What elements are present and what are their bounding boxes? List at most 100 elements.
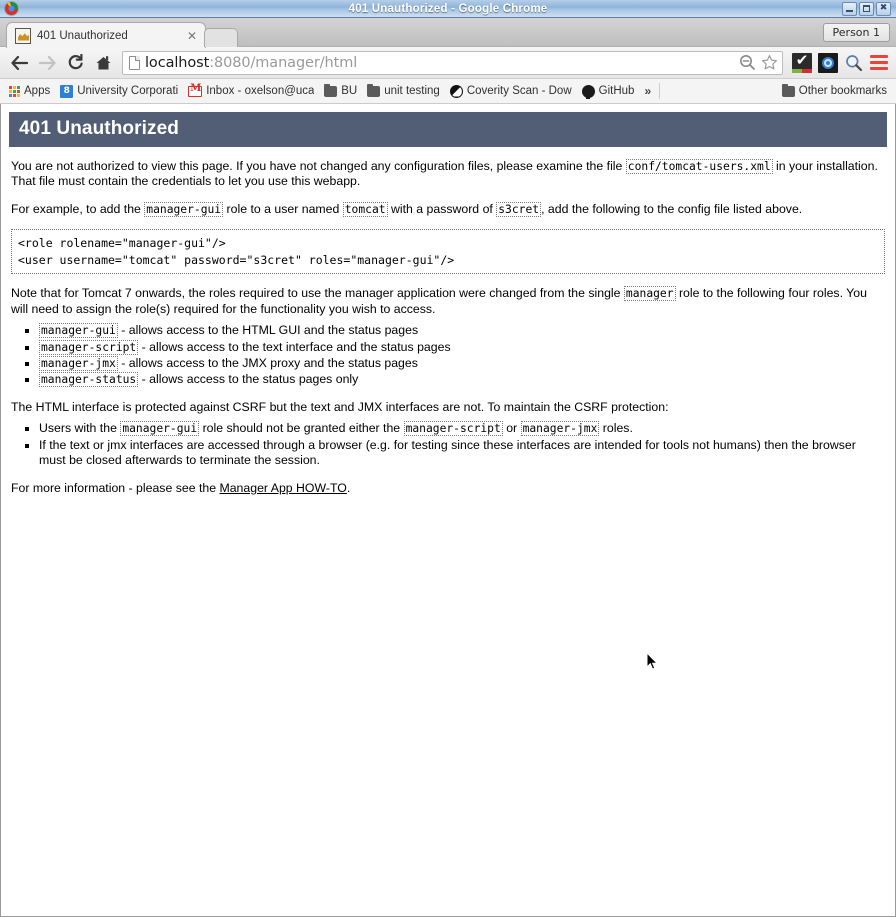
tab-title: 401 Unauthorized [37,29,128,42]
gmail-icon [188,84,203,97]
tab-close-icon[interactable]: ✕ [185,29,199,43]
home-icon[interactable] [90,50,116,76]
coverity-icon [449,84,463,98]
text: Users with the [39,421,121,436]
text: or [502,421,521,436]
window-title: 401 Unauthorized - Google Chrome [348,2,548,15]
browser-toolbar: localhost:8080/manager/html ✔ [0,47,896,79]
bookmark-label: Inbox - oxelson@uca [206,85,315,97]
paragraph-tomcat7-note: Note that for Tomcat 7 onwards, the role… [11,286,885,317]
checkmark-glyph: ✔ [795,51,809,69]
text: For more information - please see the [11,480,220,495]
folder-icon [367,83,381,97]
page-title: 401 Unauthorized [9,112,887,147]
bookmark-label: University Corporatio [77,85,179,97]
text: role to a user named [223,201,343,216]
text: You are not authorized to view this page… [11,158,626,173]
code-conf-tomcat-users: conf/tomcat-users.xml [625,158,773,174]
bookmark-label: unit testing [384,85,440,97]
address-bar[interactable]: localhost:8080/manager/html [122,50,783,75]
paragraph-more-info: For more information - please see the Ma… [11,481,885,496]
code-role: manager-gui [39,323,118,339]
bookmark-github[interactable]: GitHub [577,83,640,100]
list-item: manager-script - allows access to the te… [39,339,885,355]
bookmark-unit-testing[interactable]: unit testing [362,83,445,99]
code-manager-gui: manager-gui [144,201,224,217]
code-role: manager-script [39,339,139,355]
paragraph-csrf: The HTML interface is protected against … [11,399,669,414]
text: - allows access to the JMX proxy and the… [117,355,418,370]
arrow-cursor [646,651,659,671]
list-item: manager-gui - allows access to the HTML … [39,323,885,339]
text: roles. [599,421,633,436]
bookmark-inbox[interactable]: Inbox - oxelson@uca [183,83,319,99]
config-code-block: <role rolename="manager-gui"/> <user use… [11,229,885,275]
code-manager-script: manager-script [403,421,503,437]
roles-list: manager-gui - allows access to the HTML … [11,323,885,388]
browser-tab[interactable]: 401 Unauthorized ✕ [6,22,206,48]
hamburger-menu-icon[interactable] [868,52,890,74]
github-icon [581,84,595,99]
text: . [346,480,351,495]
text: - allows access to the status pages only [138,372,359,387]
text: with a password of [387,201,497,216]
code-tomcat: tomcat [342,201,388,217]
text: For example, to add the [11,201,145,216]
title-bar: 401 Unauthorized - Google Chrome ✖ [0,0,896,18]
bookmarks-overflow-icon[interactable]: » [639,82,656,100]
text: role should not be granted either the [199,421,404,436]
csrf-list: Users with the manager-gui role should n… [11,421,885,468]
reload-icon[interactable] [62,50,88,76]
back-arrow-icon[interactable] [6,50,32,76]
code-manager-gui: manager-gui [120,421,200,437]
text: - allows access to the text interface an… [138,339,451,354]
tab-strip: 401 Unauthorized ✕ Person 1 [0,18,896,48]
tomcat-error-page: 401 Unauthorized You are not authorized … [1,112,895,496]
bookmark-coverity-scan[interactable]: Coverity Scan - Dow [445,83,577,100]
folder-icon [324,83,338,97]
list-item: If the text or jmx interfaces are access… [39,438,885,469]
code-s3cret: s3cret [496,201,542,217]
profile-button[interactable]: Person 1 [822,23,890,42]
text: Note that for Tomcat 7 onwards, the role… [11,286,624,301]
bookmark-label: GitHub [598,85,635,97]
forward-arrow-icon [34,50,60,76]
close-button[interactable]: ✖ [876,1,891,16]
tomcat-favicon-icon [15,27,31,44]
other-bookmarks-label: Other bookmarks [798,85,887,97]
bookmarks-bar: Apps 8 University Corporatio Inbox - oxe… [0,79,896,104]
bookmarks-divider [659,83,661,99]
profile-label: Person 1 [832,26,880,39]
text: , add the following to the config file l… [541,201,803,216]
manager-howto-link[interactable]: Manager App HOW-TO [219,481,346,495]
code-role: manager-jmx [39,355,118,371]
browser-window: 401 Unauthorized - Google Chrome ✖ 401 U… [0,0,896,917]
list-item: manager-status - allows access to the st… [39,372,885,388]
star-icon[interactable] [761,54,778,71]
maximize-button[interactable] [859,1,874,16]
bookmark-label: Coverity Scan - Dow [466,85,572,97]
code-manager-jmx: manager-jmx [520,421,600,437]
target-gear-extension-icon[interactable] [818,52,838,73]
zoom-out-icon[interactable] [739,54,756,71]
search-extension-icon[interactable] [844,53,864,73]
bookmark-apps[interactable]: Apps [4,83,55,99]
page-document-icon [129,55,140,70]
new-tab-button[interactable] [204,28,238,47]
code-role: manager-status [39,372,139,388]
checkmark-extension-icon[interactable]: ✔ [792,51,812,73]
code-manager: manager [623,286,676,302]
bookmark-label: BU [341,85,358,97]
target-ring [822,56,834,69]
bookmark-bu[interactable]: BU [319,83,362,99]
list-item: Users with the manager-gui role should n… [39,421,885,437]
paragraph-example: For example, to add the manager-gui role… [11,201,885,217]
window-controls: ✖ [842,1,894,16]
bookmark-label: Apps [24,85,51,97]
chrome-logo-icon [4,1,19,16]
minimize-button[interactable] [842,1,857,16]
list-item: manager-jmx - allows access to the JMX p… [39,355,885,371]
bookmark-university-corporation[interactable]: 8 University Corporatio [55,83,183,100]
text: - allows access to the HTML GUI and the … [117,323,419,338]
other-bookmarks-folder[interactable]: Other bookmarks [777,83,892,99]
